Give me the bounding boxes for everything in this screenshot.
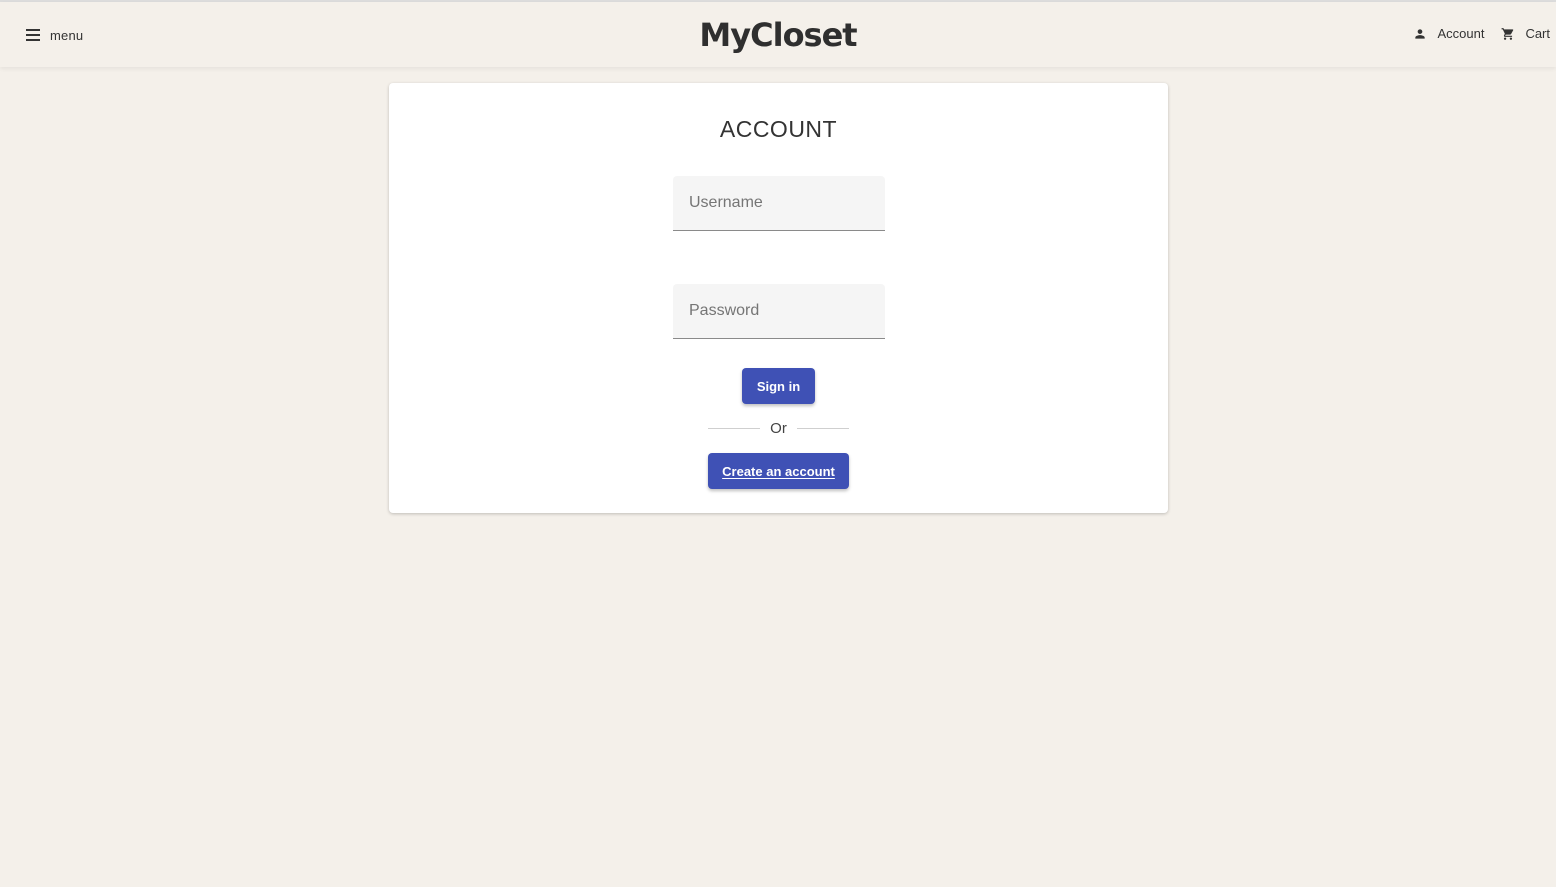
person-icon xyxy=(1415,28,1426,39)
divider-text: Or xyxy=(770,419,787,437)
cart-link[interactable]: Cart xyxy=(1501,26,1550,41)
page-title: ACCOUNT xyxy=(719,116,838,142)
create-account-button[interactable]: Create an account xyxy=(708,453,849,489)
password-field[interactable] xyxy=(673,284,885,339)
site-logo[interactable]: MyCloset xyxy=(0,16,1556,54)
login-card: ACCOUNT Sign in Or Create an account xyxy=(389,83,1168,513)
username-input[interactable] xyxy=(673,176,885,230)
account-label: Account xyxy=(1437,26,1485,41)
menu-icon xyxy=(26,29,40,41)
divider-line-right xyxy=(796,427,850,429)
menu-label: menu xyxy=(50,27,84,43)
divider-line-left xyxy=(708,427,761,429)
password-input[interactable] xyxy=(673,284,885,338)
cart-icon xyxy=(1502,27,1514,40)
username-field[interactable] xyxy=(673,176,885,231)
header-actions: Account Cart xyxy=(1413,26,1550,41)
site-header: menu MyCloset Account Cart xyxy=(0,2,1556,67)
or-divider: Or xyxy=(708,418,850,438)
menu-button[interactable]: menu xyxy=(26,24,83,46)
sign-in-button[interactable]: Sign in xyxy=(742,368,815,404)
account-link[interactable]: Account xyxy=(1413,26,1484,41)
cart-label: Cart xyxy=(1525,26,1550,41)
